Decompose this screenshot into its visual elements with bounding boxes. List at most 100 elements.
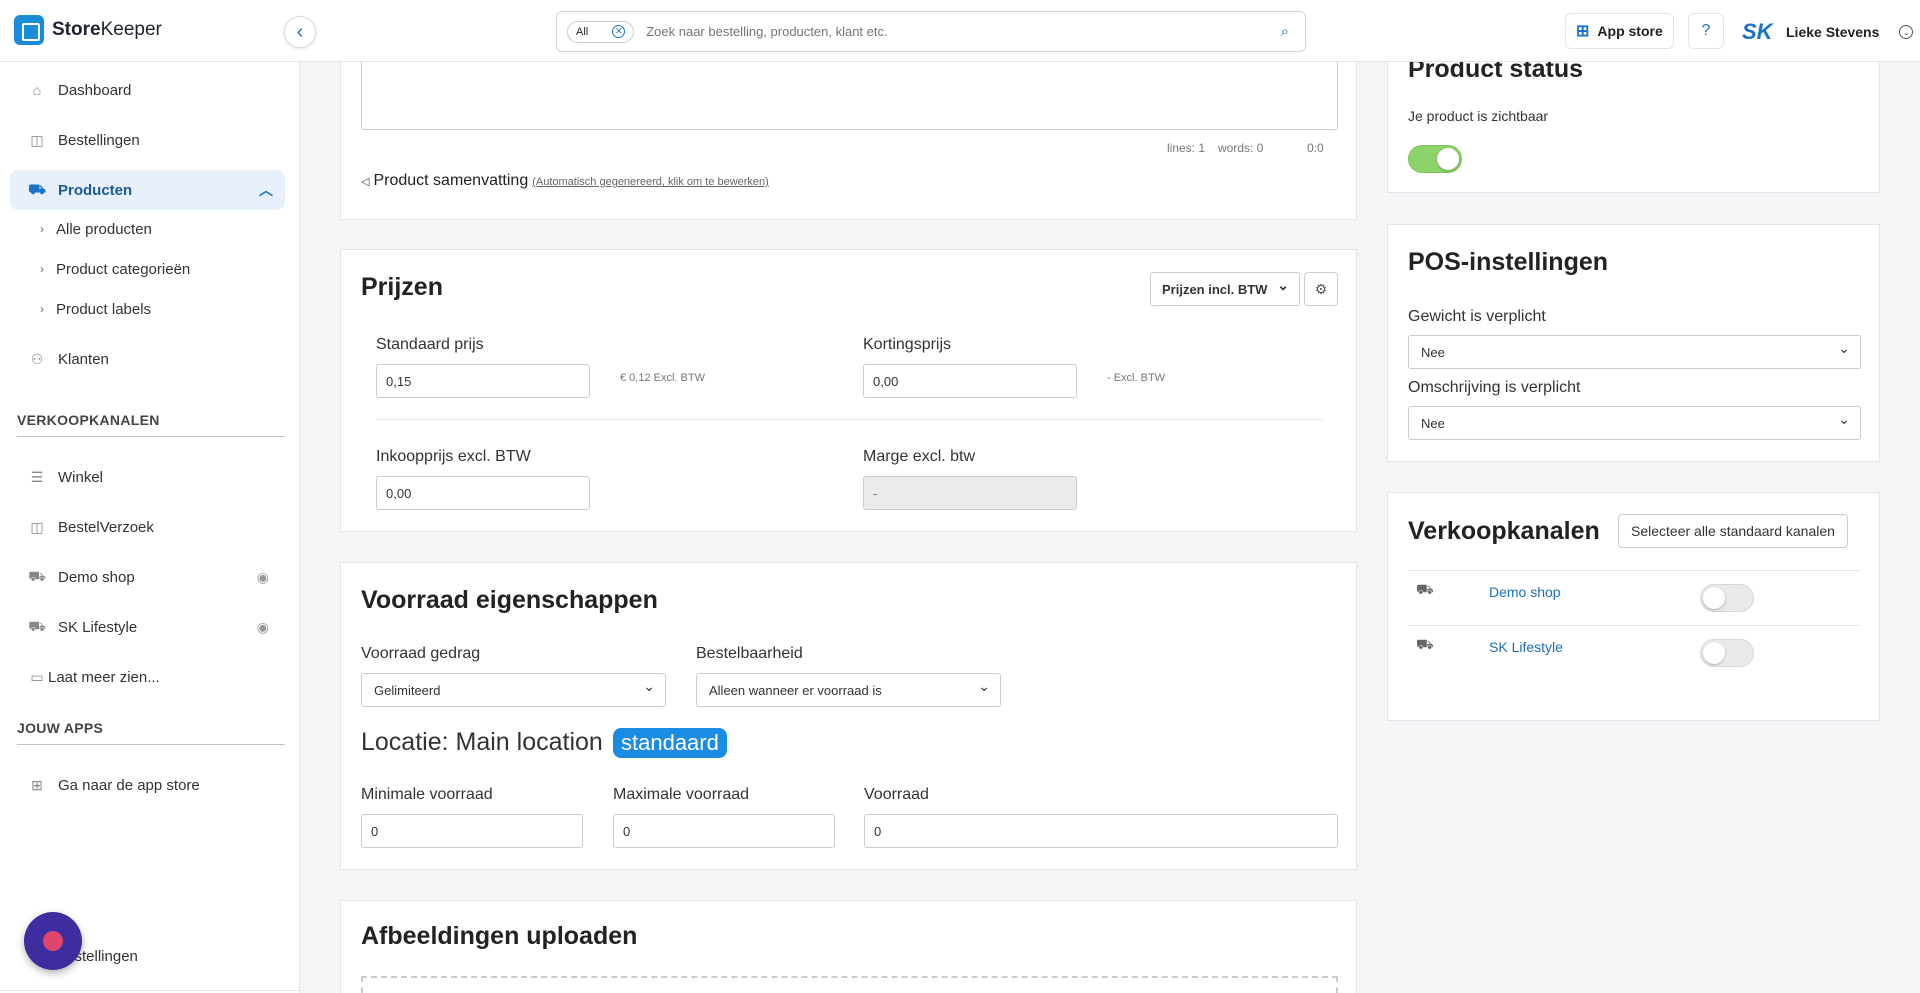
card-title: Afbeeldingen uploaden (361, 922, 638, 950)
voorraad-input[interactable]: 0 (864, 814, 1338, 848)
standaard-badge: standaard (613, 728, 727, 758)
bestelbaarheid-label: Bestelbaarheid (696, 645, 803, 662)
sidebar-subitem-alle-producten[interactable]: › Alle producten (40, 214, 152, 244)
eye-icon[interactable]: ◉ (257, 569, 269, 586)
clear-scope-icon[interactable]: ✕ (612, 25, 626, 38)
app-store-button[interactable]: ⊞ App store (1565, 13, 1674, 49)
sidebar-item-label: Demo shop (58, 568, 135, 586)
chevron-left-icon: ‹ (296, 20, 304, 43)
summary-note: (Automatisch gegenereerd, klik om te bew… (532, 176, 769, 188)
sidebar-subitem-label: Alle producten (56, 220, 152, 238)
inkoopprijs-label: Inkoopprijs excl. BTW (376, 448, 531, 465)
product-summary-toggle[interactable]: ◁ Product samenvatting (Automatisch gege… (361, 172, 769, 190)
user-name: Lieke Stevens (1786, 24, 1880, 40)
min-voorraad-input[interactable]: 0 (361, 814, 583, 848)
marge-label: Marge excl. btw (863, 448, 976, 465)
search-icon[interactable]: ⌕ (1281, 23, 1289, 40)
standaard-prijs-input[interactable]: 0,15 (376, 364, 590, 398)
sidebar-item-klanten[interactable]: ⚇ Klanten (10, 339, 285, 379)
omschrijving-value: Nee (1421, 415, 1445, 431)
sidebar-item-app-store[interactable]: ⊞ Ga naar de app store (10, 765, 285, 805)
sidebar-item-bestellingen[interactable]: ◫ Bestellingen (10, 120, 285, 160)
home-icon: ⌂ (32, 82, 42, 98)
summary-title: Product samenvatting (373, 172, 529, 189)
search-scope-pill[interactable]: All ✕ (567, 20, 635, 43)
price-mode-value: Prijzen incl. BTW (1162, 281, 1268, 297)
sidebar-divider (0, 990, 300, 991)
storekeeper-logo[interactable]: StoreKeeper (14, 15, 162, 45)
afbeeldingen-card: Afbeeldingen uploaden (340, 900, 1357, 993)
kortingsprijs-label: Kortingsprijs (863, 336, 952, 353)
apps-grid-icon: ⊞ (31, 776, 43, 793)
sidebar-item-demo-shop[interactable]: ⛟ Demo shop ◉ (10, 557, 285, 597)
collapse-sidebar-button[interactable]: ‹ (284, 16, 316, 48)
user-menu[interactable]: SK Lieke Stevens ⌄ (1742, 18, 1914, 46)
image-dropzone[interactable] (361, 976, 1338, 993)
sidebar-item-laat-meer-zien[interactable]: ▭ Laat meer zien... (10, 657, 285, 697)
sidebar-item-label: Bestellingen (58, 131, 140, 149)
chat-launcher-button[interactable] (24, 912, 82, 970)
chevron-down-icon: ⌄ (1899, 25, 1914, 39)
voorraad-gedrag-select[interactable]: Gelimiteerd (361, 673, 666, 707)
product-status-text: Je product is zichtbaar (1408, 108, 1549, 124)
editor-words-count: words: 0 (1218, 141, 1264, 155)
channel-toggle-sk-lifestyle[interactable] (1700, 639, 1754, 667)
chevron-right-icon: › (40, 302, 44, 316)
card-title: Verkoopkanalen (1408, 517, 1600, 545)
pos-card: POS-instellingen Gewicht is verplicht Ne… (1387, 224, 1880, 462)
select-all-channels-button[interactable]: Selecteer alle standaard kanalen (1618, 514, 1848, 548)
max-voorraad-label: Maximale voorraad (613, 786, 750, 803)
channel-link[interactable]: SK Lifestyle (1489, 639, 1563, 655)
gewicht-value: Nee (1421, 344, 1445, 360)
sidebar-item-bestelverzoek[interactable]: ◫ BestelVerzoek (10, 507, 285, 547)
section-label-verkoopkanalen: VERKOOPKANALEN (17, 412, 285, 437)
price-mode-select[interactable]: Prijzen incl. BTW (1150, 272, 1300, 306)
cart-icon: ⛟ (28, 180, 46, 197)
sidebar-item-label: Dashboard (58, 81, 132, 99)
eye-icon[interactable]: ◉ (257, 619, 269, 636)
channel-link[interactable]: Demo shop (1489, 584, 1561, 600)
sidebar-subitem-product-labels[interactable]: › Product labels (40, 294, 151, 324)
bestelbaarheid-select[interactable]: Alleen wanneer er voorraad is (696, 673, 1001, 707)
description-card: lines: 1 words: 0 0:0 ◁ Product samenvat… (340, 40, 1357, 220)
cart-icon: ⛟ (28, 567, 46, 584)
sidebar-item-producten[interactable]: ⛟ Producten ︿ (10, 170, 285, 210)
omschrijving-select[interactable]: Nee (1408, 406, 1861, 440)
card-title: Prijzen (361, 273, 443, 301)
database-icon: ☰ (30, 468, 44, 485)
marge-input: - (863, 476, 1077, 510)
sidebar-item-label: Producten (58, 181, 133, 199)
gewicht-select[interactable]: Nee (1408, 335, 1861, 369)
kortingsprijs-input[interactable]: 0,00 (863, 364, 1077, 398)
max-voorraad-input[interactable]: 0 (613, 814, 835, 848)
apps-grid-icon: ⊞ (1576, 23, 1590, 40)
card-title: Voorraad eigenschappen (361, 586, 658, 614)
voorraad-label: Voorraad (864, 786, 929, 803)
voorraad-gedrag-label: Voorraad gedrag (361, 645, 481, 662)
sidebar: ⌂ Dashboard ◫ Bestellingen ⛟ Producten ︿ › A… (0, 62, 300, 993)
kortingsprijs-excl: - Excl. BTW (1107, 372, 1166, 384)
sidebar-item-label: SK Lifestyle (58, 618, 138, 636)
basket-icon: ◫ (30, 518, 44, 535)
global-search: All ✕ ⌕ (556, 11, 1306, 52)
verkoopkanalen-card: Verkoopkanalen Selecteer alle standaard … (1387, 492, 1880, 721)
sidebar-item-label: Winkel (58, 468, 104, 486)
users-icon: ⚇ (30, 350, 44, 367)
product-visible-toggle[interactable] (1408, 145, 1462, 173)
price-settings-button[interactable]: ⚙ (1304, 272, 1338, 306)
gewicht-label: Gewicht is verplicht (1408, 308, 1546, 325)
product-status-card: Product status Je product is zichtbaar (1387, 40, 1880, 193)
sidebar-item-label: BestelVerzoek (58, 518, 154, 536)
sidebar-item-winkel[interactable]: ☰ Winkel (10, 457, 285, 497)
search-input[interactable] (646, 24, 1281, 39)
inkoopprijs-input[interactable]: 0,00 (376, 476, 590, 510)
sidebar-subitem-product-categorieen[interactable]: › Product categorieën (40, 254, 190, 284)
sidebar-item-dashboard[interactable]: ⌂ Dashboard (10, 70, 285, 110)
search-scope-label: All (576, 25, 589, 38)
sidebar-item-sk-lifestyle[interactable]: ⛟ SK Lifestyle ◉ (10, 607, 285, 647)
locatie-title: Locatie: Main location (361, 728, 603, 756)
sidebar-item-label: Klanten (58, 350, 109, 368)
help-button[interactable]: ? (1688, 13, 1724, 49)
standaard-prijs-excl: € 0,12 Excl. BTW (620, 372, 705, 384)
channel-toggle-demo-shop[interactable] (1700, 584, 1754, 612)
